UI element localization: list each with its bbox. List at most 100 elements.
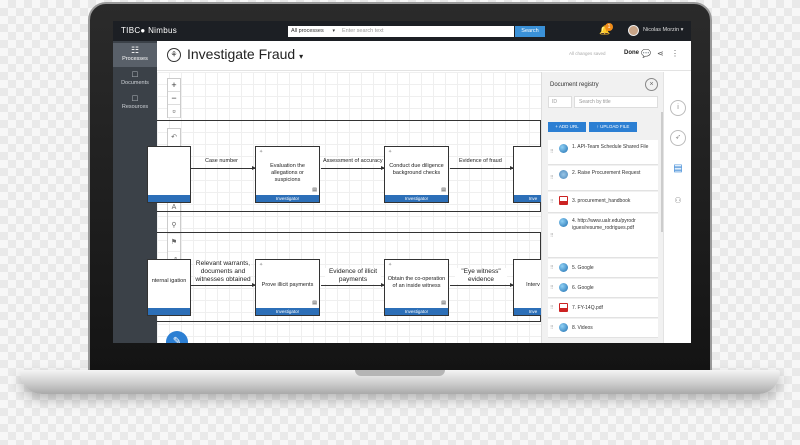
nav-item-label: Resources xyxy=(121,104,149,110)
id-filter-input[interactable]: ID xyxy=(548,96,572,108)
globe-icon xyxy=(559,218,568,227)
drag-handle-icon[interactable]: ⠿ xyxy=(550,305,554,311)
drag-handle-icon[interactable]: ⠿ xyxy=(550,285,554,291)
registry-item[interactable]: ⠿ 3. procurement_handbook xyxy=(548,192,658,213)
flow-arrow[interactable] xyxy=(321,166,385,170)
fit-icon[interactable]: ▫ xyxy=(168,105,180,118)
comments-icon[interactable]: 💬 xyxy=(641,49,651,58)
add-url-button[interactable]: + ADD URL xyxy=(548,122,586,132)
title-filter-input[interactable]: Search by title xyxy=(574,96,658,108)
activity-box[interactable]: ✦ Obtain the co-operation of an inside w… xyxy=(384,259,449,316)
activity-marker-icon: ✦ xyxy=(388,262,393,268)
done-button[interactable]: Done xyxy=(624,50,639,56)
flow-label: Case number xyxy=(205,158,239,164)
activity-box[interactable]: ✦ Prove illicit payments ▤ Investigator xyxy=(255,259,320,316)
activity-marker-icon: ✦ xyxy=(388,149,393,155)
pdf-icon xyxy=(559,196,568,205)
app-screen: TIBC● Nimbus All processes ▾ Enter searc… xyxy=(113,21,691,343)
brand-logo: TIBC● Nimbus xyxy=(121,26,177,35)
upload-file-button[interactable]: ↑ UPLOAD FILE xyxy=(589,122,637,132)
flow-label: Evidence of fraud xyxy=(459,158,502,164)
nav-item-documents[interactable]: □ Documents xyxy=(113,67,157,91)
nav-item-label: Documents xyxy=(121,80,149,86)
zoom-in-button[interactable]: + xyxy=(168,79,180,92)
flow-arrow[interactable] xyxy=(191,166,256,170)
flow-label: Evidence of illicit payments xyxy=(325,268,381,284)
role-label: Investigator xyxy=(256,195,319,202)
title-bar: ⚘ Investigate Fraud ▾ All changes saved … xyxy=(157,41,691,71)
close-icon[interactable]: × xyxy=(645,78,658,91)
nav-item-label: Processes xyxy=(122,56,148,62)
activity-text: Prove illicit payments xyxy=(261,282,314,288)
info-icon[interactable]: i xyxy=(670,100,686,116)
zoom-out-button[interactable]: − xyxy=(168,92,180,105)
nav-item-processes[interactable]: ☷ Processes xyxy=(113,43,157,67)
document-registry-icon[interactable]: ▤ xyxy=(670,162,686,178)
document-registry-panel: Document registry × ID Search by title +… xyxy=(541,72,663,343)
globe-icon xyxy=(559,323,568,332)
document-icon: ▤ xyxy=(441,300,446,306)
nav-item-resources[interactable]: □ Resources xyxy=(113,91,157,115)
pencil-icon: ✎ xyxy=(172,336,182,343)
registry-item[interactable]: ⠿ 8. Videos xyxy=(548,319,658,338)
pdf-icon xyxy=(559,303,568,312)
flow-arrow[interactable] xyxy=(450,166,514,170)
activity-box[interactable]: ✦ Conduct due diligence background check… xyxy=(384,146,449,203)
registry-item[interactable]: ⠿ 1. API-Team Schedule Shared File xyxy=(548,140,658,165)
role-label xyxy=(148,308,190,315)
drag-handle-icon[interactable]: ⠿ xyxy=(550,149,554,155)
page-title[interactable]: Investigate Fraud ▾ xyxy=(187,46,303,62)
role-label: Investigator xyxy=(256,308,319,315)
registry-item[interactable]: ⠿ 7. FY-14Q.pdf xyxy=(548,299,658,318)
flow-arrow[interactable] xyxy=(191,283,256,287)
role-label: Investigator xyxy=(385,308,448,315)
document-icon: ▤ xyxy=(441,187,446,193)
activity-marker-icon: ✦ xyxy=(259,262,264,268)
activity-text: nternal igation xyxy=(151,278,187,284)
process-map-icon: ⚘ xyxy=(167,48,181,62)
flow-arrow[interactable] xyxy=(321,283,385,287)
compass-icon[interactable]: ➶ xyxy=(670,130,686,146)
flow-label: "Eye witness" evidence xyxy=(455,268,507,284)
drag-handle-icon[interactable]: ⠿ xyxy=(550,199,554,205)
scope-select[interactable]: All processes ▾ xyxy=(288,26,338,37)
flow-arrow[interactable] xyxy=(450,283,514,287)
zoom-controls: + − ▫ xyxy=(167,78,181,118)
activity-box[interactable] xyxy=(147,146,191,203)
more-options-icon[interactable]: ⋮ xyxy=(671,49,679,58)
globe-icon xyxy=(559,283,568,292)
workflow-icon xyxy=(559,170,568,179)
activity-box[interactable]: nternal igation xyxy=(147,259,191,316)
registry-item[interactable]: ⠿ 2. Raise Procurement Request xyxy=(548,166,658,191)
avatar[interactable] xyxy=(628,25,639,36)
registry-item[interactable]: ⠿ 6. Google xyxy=(548,279,658,298)
notification-badge: 1 xyxy=(605,23,613,31)
drag-handle-icon[interactable]: ⠿ xyxy=(550,325,554,331)
sitemap-icon: ☷ xyxy=(130,45,140,55)
people-icon[interactable]: ⚇ xyxy=(670,194,686,210)
panel-title: Document registry xyxy=(550,82,599,88)
search-button[interactable]: Search xyxy=(515,26,545,37)
registry-item[interactable]: ⠿ 5. Google xyxy=(548,259,658,278)
user-menu[interactable]: Nicolas Morzin ▾ xyxy=(643,27,683,33)
share-icon[interactable]: ⋖ xyxy=(657,49,664,58)
drag-handle-icon[interactable]: ⠿ xyxy=(550,175,554,181)
save-status: All changes saved xyxy=(569,51,606,56)
role-label: Investigator xyxy=(385,195,448,202)
edit-fab-button[interactable]: ✎ xyxy=(166,331,188,343)
document-icon: □ xyxy=(132,69,138,79)
search-input[interactable]: Enter search text xyxy=(338,26,514,37)
diagram-canvas[interactable]: + − ▫ ↶ ♡ ▦ ▭ A ⚲ ⚑ ⤢ Case number ✦ Eval… xyxy=(147,72,553,343)
role-label xyxy=(148,195,190,202)
drag-handle-icon[interactable]: ⠿ xyxy=(550,233,554,239)
drag-handle-icon[interactable]: ⠿ xyxy=(550,265,554,271)
right-rail: i ➶ ▤ ⚇ xyxy=(663,72,691,343)
swimlane-1 xyxy=(157,120,541,212)
chevron-down-icon: ▾ xyxy=(299,52,304,61)
globe-icon xyxy=(559,263,568,272)
laptop-notch xyxy=(355,370,445,376)
registry-item[interactable]: ⠿ 4. http://www.uaIr.edu/pyrodr igues/re… xyxy=(548,214,658,258)
globe-icon xyxy=(559,144,568,153)
activity-box[interactable]: ✦ Evaluation the allegations or suspicio… xyxy=(255,146,320,203)
activity-text: Evaluation the allegations or suspicions xyxy=(270,163,305,183)
